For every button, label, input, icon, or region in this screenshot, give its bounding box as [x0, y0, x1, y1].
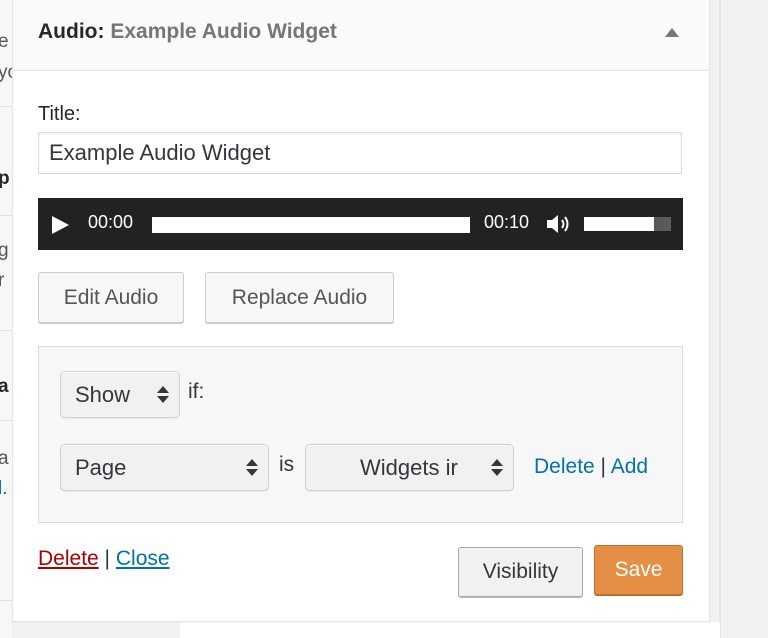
- delete-rule-link[interactable]: Delete: [534, 455, 595, 478]
- visibility-button[interactable]: Visibility: [458, 547, 583, 597]
- title-label: Title:: [38, 103, 81, 125]
- bottom-panel-edge: [180, 622, 720, 638]
- current-time: 00:00: [88, 212, 134, 232]
- select-arrows-icon: [491, 458, 503, 478]
- select-arrows-icon: [246, 458, 258, 478]
- delete-widget-link[interactable]: Delete: [38, 547, 99, 570]
- close-widget-link[interactable]: Close: [116, 547, 170, 570]
- speaker-icon[interactable]: [546, 213, 572, 235]
- is-label: is: [279, 453, 295, 476]
- condition-target-select[interactable]: Widgets ir: [305, 444, 514, 491]
- left-text-fragment: a: [0, 376, 9, 397]
- right-column: [722, 0, 768, 638]
- left-text-fragment: g: [0, 240, 9, 261]
- separator: |: [600, 455, 607, 478]
- right-divider: [719, 0, 721, 638]
- condition-target-value: Widgets ir: [360, 454, 458, 480]
- show-hide-select[interactable]: Show: [60, 371, 180, 418]
- show-hide-value: Show: [75, 381, 131, 407]
- duration-time: 00:10: [484, 212, 530, 232]
- triangle-up-icon[interactable]: [665, 28, 679, 37]
- widget-header[interactable]: Audio: Example Audio Widget: [13, 0, 709, 71]
- left-text-fragment: e: [0, 31, 9, 52]
- if-label: if:: [188, 380, 205, 403]
- widget-control-links: Delete | Close: [38, 547, 170, 571]
- widget-type: Audio:: [38, 20, 105, 43]
- edit-audio-button[interactable]: Edit Audio: [38, 272, 184, 323]
- condition-type-value: Page: [75, 454, 127, 480]
- select-arrows-icon: [157, 385, 169, 405]
- play-icon[interactable]: [52, 216, 69, 234]
- condition-type-select[interactable]: Page: [60, 444, 269, 491]
- widget-title: Audio: Example Audio Widget: [38, 20, 337, 44]
- left-sidebar-fragment: e yo p g r a a l.: [0, 0, 12, 638]
- left-text-fragment: r: [0, 270, 5, 291]
- add-rule-link[interactable]: Add: [611, 455, 648, 478]
- progress-rail[interactable]: [152, 217, 470, 233]
- rule-actions: Delete | Add: [534, 455, 648, 479]
- replace-audio-button[interactable]: Replace Audio: [205, 272, 394, 323]
- left-text-fragment: a: [0, 448, 9, 469]
- left-text-fragment: p: [0, 168, 10, 189]
- save-button[interactable]: Save: [594, 545, 683, 595]
- left-link-fragment[interactable]: l.: [0, 478, 8, 500]
- visibility-rules-panel: Show if: Page is Widgets ir Delete | Add: [38, 346, 683, 523]
- title-input[interactable]: [38, 132, 682, 174]
- left-text-fragment: yo: [0, 62, 12, 83]
- audio-player: 00:00 00:10: [38, 198, 683, 250]
- audio-widget: Audio: Example Audio Widget Title: 00:00…: [12, 0, 710, 622]
- volume-level: [584, 217, 654, 231]
- separator: |: [104, 547, 111, 570]
- volume-slider[interactable]: [584, 217, 671, 231]
- widget-instance-title: Example Audio Widget: [110, 20, 337, 43]
